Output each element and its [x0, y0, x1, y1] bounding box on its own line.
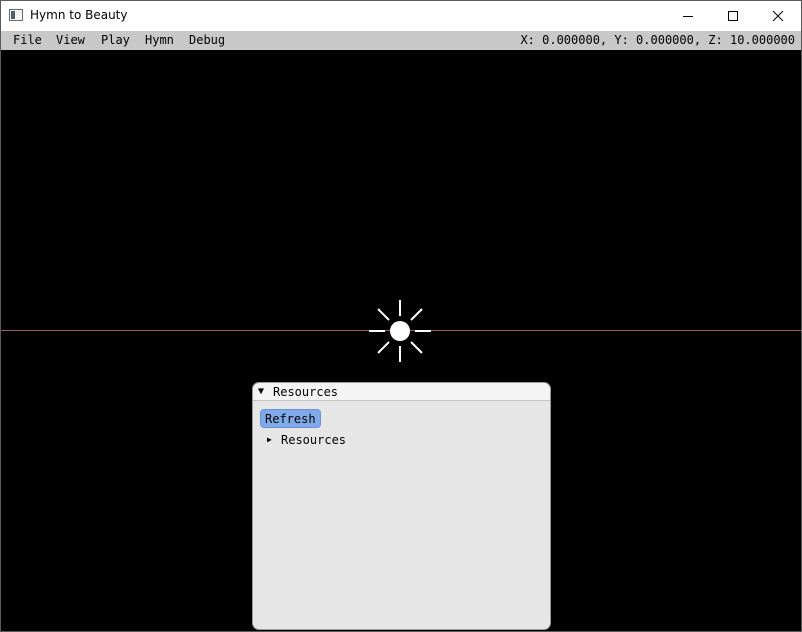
- menu-hymn[interactable]: Hymn: [145, 33, 174, 48]
- expand-arrow-icon[interactable]: ▶: [267, 432, 281, 448]
- app-icon: [9, 9, 23, 21]
- camera-coordinates: X: 0.000000, Y: 0.000000, Z: 10.000000: [520, 33, 795, 47]
- tree-node-resources[interactable]: ▶ Resources: [267, 432, 346, 448]
- collapse-arrow-icon[interactable]: ▼: [258, 386, 264, 398]
- tree-node-label: Resources: [281, 433, 347, 447]
- resources-panel-header[interactable]: ▼ Resources: [253, 383, 550, 401]
- sun-icon[interactable]: [369, 300, 431, 362]
- minimize-button[interactable]: [665, 1, 711, 31]
- refresh-button[interactable]: Refresh: [260, 409, 321, 428]
- menu-play[interactable]: Play: [101, 33, 130, 48]
- menu-file[interactable]: File: [13, 33, 42, 48]
- resources-panel-title: Resources: [273, 385, 339, 399]
- close-button[interactable]: [755, 1, 801, 31]
- close-icon: [772, 10, 784, 22]
- maximize-button[interactable]: [710, 1, 756, 31]
- minimize-icon: [683, 16, 693, 17]
- app-window: Hymn to Beauty File View Play Hymn Debug…: [0, 0, 802, 632]
- menu-debug[interactable]: Debug: [189, 33, 225, 48]
- resources-panel: ▼ Resources Refresh ▶ Resources: [252, 382, 551, 630]
- title-bar[interactable]: Hymn to Beauty: [1, 1, 801, 31]
- menu-bar: File View Play Hymn Debug X: 0.000000, Y…: [1, 31, 801, 50]
- window-title: Hymn to Beauty: [30, 8, 128, 22]
- menu-view[interactable]: View: [56, 33, 85, 48]
- maximize-icon: [728, 11, 738, 21]
